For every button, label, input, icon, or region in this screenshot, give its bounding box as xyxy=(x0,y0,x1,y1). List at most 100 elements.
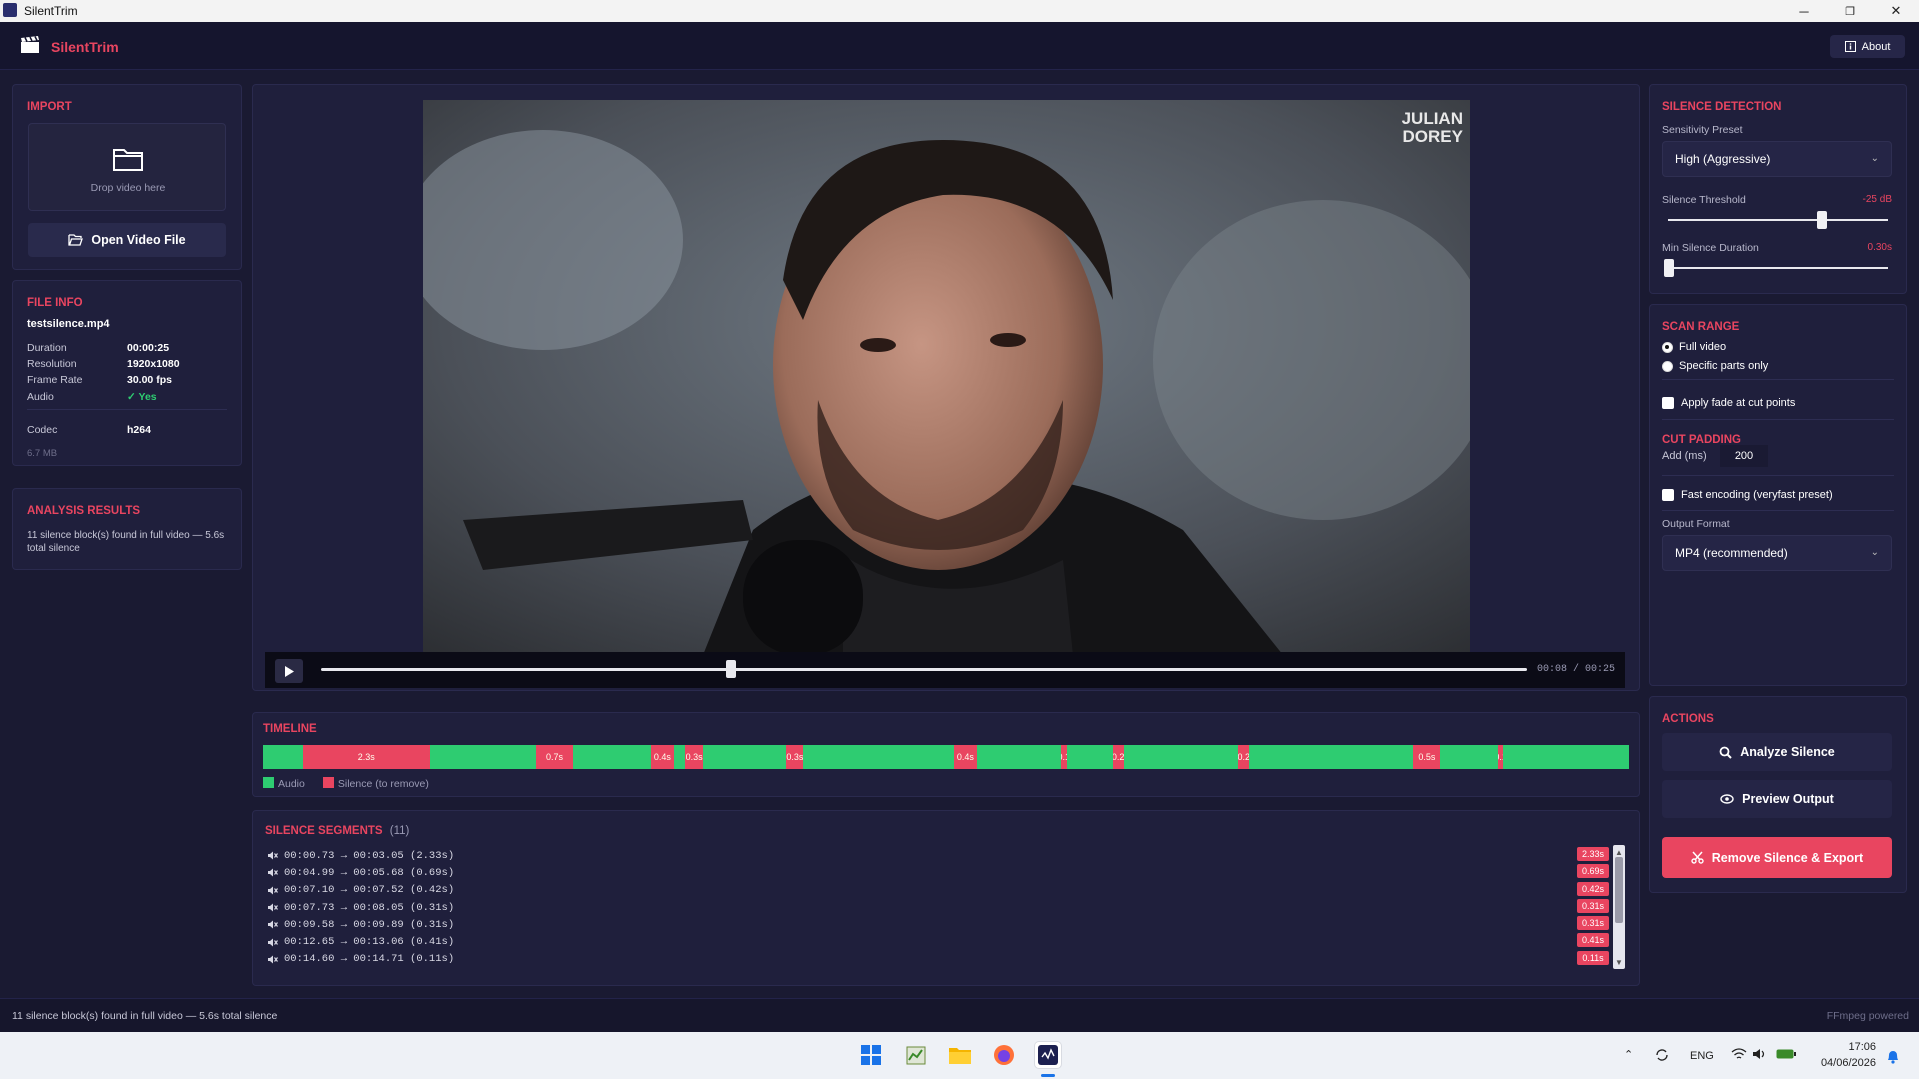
scroll-down-icon[interactable]: ▼ xyxy=(1615,958,1623,967)
segment-row[interactable]: 00:09.58 → 00:09.89 (0.31s) xyxy=(267,916,454,933)
wifi-icon[interactable] xyxy=(1731,1047,1747,1061)
maximize-button[interactable]: ❐ xyxy=(1827,0,1873,22)
radio-full-video[interactable]: Full video xyxy=(1662,341,1726,353)
segment-row[interactable]: 00:07.73 → 00:08.05 (0.31s) xyxy=(267,899,454,916)
segment-duration-badge: 2.33s xyxy=(1577,847,1609,861)
timeline-silence-segment[interactable]: 0.2 xyxy=(1112,745,1124,769)
window-title: SilentTrim xyxy=(24,4,78,18)
segment-duration-badge: 0.41s xyxy=(1577,933,1609,948)
radio-specific-parts[interactable]: Specific parts only xyxy=(1662,360,1768,372)
notification-bell-icon[interactable] xyxy=(1886,1049,1900,1064)
threshold-slider[interactable] xyxy=(1668,211,1888,229)
timeline-bar[interactable]: 2.3s 0.7s 0.4s 0.3s 0.3s 0.4s 0.1 0.2 0.2 0.5s 0.1 xyxy=(263,745,1629,769)
segment-text: 00:12.65 → 00:13.06 (0.41s) xyxy=(284,936,455,949)
segment-row[interactable]: 00:04.99 → 00:05.68 (0.69s) xyxy=(267,864,454,881)
minimize-button[interactable]: ─ xyxy=(1781,0,1827,22)
timeline-silence-segment[interactable]: 0.5s xyxy=(1413,745,1441,769)
threshold-thumb[interactable] xyxy=(1817,211,1827,229)
segment-text: 00:04.99 → 00:05.68 (0.69s) xyxy=(284,866,455,879)
preset-select[interactable]: High (Aggressive) ⌄ xyxy=(1662,141,1892,177)
preview-output-button[interactable]: Preview Output xyxy=(1662,780,1892,818)
mute-icon xyxy=(268,868,278,877)
timeline-silence-segment[interactable]: 0.1 xyxy=(1060,745,1067,769)
min-duration-value: 0.30s xyxy=(1867,242,1892,253)
min-duration-slider[interactable] xyxy=(1664,259,1888,277)
scroll-up-icon[interactable]: ▲ xyxy=(1615,848,1623,857)
analysis-results-panel: ANALYSIS RESULTS 11 silence block(s) fou… xyxy=(12,488,242,570)
search-icon xyxy=(1719,746,1732,759)
sync-icon[interactable] xyxy=(1654,1047,1670,1063)
min-duration-thumb[interactable] xyxy=(1664,259,1674,277)
file-name: testsilence.mp4 xyxy=(27,318,110,330)
segments-title: SILENCE SEGMENTS xyxy=(265,825,383,837)
checkbox-apply-fade[interactable]: Apply fade at cut points xyxy=(1662,397,1795,409)
segment-row[interactable]: 00:14.60 → 00:14.71 (0.11s) xyxy=(267,951,454,968)
close-button[interactable]: ✕ xyxy=(1873,0,1919,22)
drop-zone[interactable]: Drop video here xyxy=(28,123,226,211)
mute-icon xyxy=(268,903,278,912)
app-header: SilentTrim About xyxy=(0,22,1919,70)
video-image: JULIAN DOREY xyxy=(423,100,1470,655)
segment-row[interactable]: 00:12.65 → 00:13.06 (0.41s) xyxy=(267,933,454,950)
segment-row[interactable]: 00:00.73 → 00:03.05 (2.33s) xyxy=(267,847,454,864)
options-panel: SCAN RANGE Full video Specific parts onl… xyxy=(1649,304,1907,686)
timeline-silence-segment[interactable]: 0.2 xyxy=(1238,745,1250,769)
about-button[interactable]: About xyxy=(1830,35,1905,58)
window-titlebar: SilentTrim ─ ❐ ✕ xyxy=(0,0,1919,22)
os-taskbar: ⌃ ENG 17:06 04/06/2026 xyxy=(0,1032,1919,1079)
clock-time[interactable]: 17:06 xyxy=(1814,1041,1876,1053)
segment-text: 00:07.10 → 00:07.52 (0.42s) xyxy=(284,884,455,897)
tray-chevron-icon[interactable]: ⌃ xyxy=(1624,1048,1633,1061)
timeline-silence-segment[interactable]: 0.4s xyxy=(954,745,977,769)
segment-duration-badge: 0.31s xyxy=(1577,898,1609,913)
taskmanager-icon[interactable] xyxy=(903,1042,929,1068)
segment-row[interactable]: 00:07.10 → 00:07.52 (0.42s) xyxy=(267,882,454,899)
battery-icon[interactable] xyxy=(1776,1048,1796,1060)
threshold-label: Silence Threshold xyxy=(1662,194,1746,206)
status-text: 11 silence block(s) found in full video … xyxy=(12,1010,278,1022)
seek-bar[interactable] xyxy=(321,660,1527,678)
mute-icon xyxy=(268,938,278,947)
timeline-silence-segment[interactable]: 0.7s xyxy=(535,745,574,769)
firefox-icon[interactable] xyxy=(991,1042,1017,1068)
output-format-label: Output Format xyxy=(1662,518,1730,530)
remove-silence-export-button[interactable]: Remove Silence & Export xyxy=(1662,837,1892,878)
volume-icon[interactable] xyxy=(1752,1047,1768,1061)
status-powered: FFmpeg powered xyxy=(1826,1010,1909,1022)
min-duration-label: Min Silence Duration xyxy=(1662,242,1759,254)
preset-value: High (Aggressive) xyxy=(1675,152,1771,166)
output-format-select[interactable]: MP4 (recommended) ⌄ xyxy=(1662,535,1892,571)
seek-thumb[interactable] xyxy=(726,660,737,678)
eye-icon xyxy=(1720,794,1734,804)
language-indicator[interactable]: ENG xyxy=(1690,1050,1714,1062)
output-format-value: MP4 (recommended) xyxy=(1675,546,1788,560)
start-icon[interactable] xyxy=(858,1042,884,1068)
clock-date[interactable]: 04/06/2026 xyxy=(1814,1057,1876,1069)
preset-label: Sensitivity Preset xyxy=(1662,124,1743,136)
timeline-silence-segment[interactable]: 0.3s xyxy=(786,745,804,769)
playback-controls: 00:08 / 00:25 xyxy=(265,652,1625,688)
silenttrim-taskbar-icon[interactable] xyxy=(1035,1042,1061,1068)
legend-silence: Silence (to remove) xyxy=(322,777,429,790)
timeline-title: TIMELINE xyxy=(263,723,317,735)
about-label: About xyxy=(1861,40,1891,53)
checkbox-fast-encoding[interactable]: Fast encoding (veryfast preset) xyxy=(1662,489,1833,501)
analyze-silence-button[interactable]: Analyze Silence xyxy=(1662,733,1892,771)
actions-title: ACTIONS xyxy=(1662,713,1714,725)
file-explorer-icon[interactable] xyxy=(947,1042,973,1068)
timeline-silence-segment[interactable]: 0.1 xyxy=(1497,745,1504,769)
chevron-down-icon: ⌄ xyxy=(1870,547,1879,558)
scroll-thumb[interactable] xyxy=(1615,857,1623,923)
play-button[interactable] xyxy=(275,659,303,683)
timeline-silence-segment[interactable]: 0.3s xyxy=(685,745,703,769)
segments-count: (11) xyxy=(389,825,410,837)
mute-icon xyxy=(268,920,278,929)
timeline-silence-segment[interactable]: 0.4s xyxy=(650,745,674,769)
padding-input[interactable]: 200 xyxy=(1720,445,1768,467)
video-frame[interactable]: JULIAN DOREY xyxy=(423,100,1470,655)
divider xyxy=(27,409,227,410)
divider xyxy=(1662,419,1894,420)
segments-scrollbar[interactable]: ▲ ▼ xyxy=(1613,845,1625,969)
open-video-button[interactable]: Open Video File xyxy=(28,223,226,257)
timeline-silence-segment[interactable]: 2.3s xyxy=(302,745,430,769)
